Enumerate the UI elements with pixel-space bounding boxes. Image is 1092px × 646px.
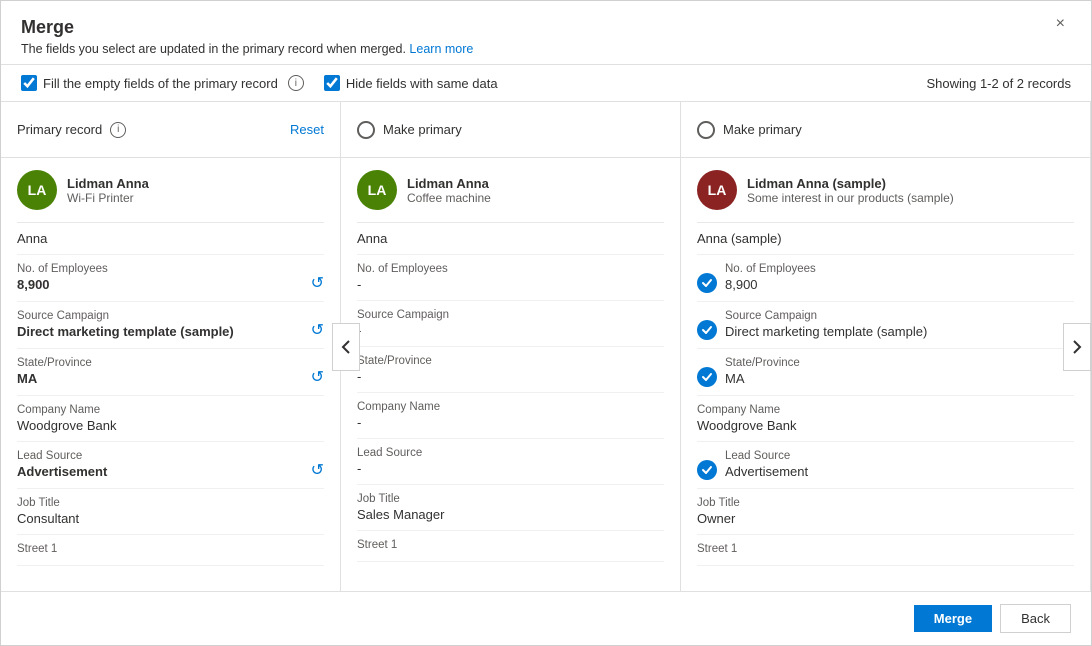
- primary-field-source-campaign: Source Campaign Direct marketing templat…: [17, 302, 324, 349]
- secondary-2-record-info: Lidman Anna (sample) Some interest in ou…: [747, 176, 1074, 205]
- secondary-column-1: Make primary LA Lidman Anna Coffee machi…: [341, 102, 681, 591]
- hide-same-checkbox[interactable]: [324, 75, 340, 91]
- check-campaign-icon: [697, 320, 717, 340]
- columns-container: Primary record i Reset LA Lidman Anna Wi…: [1, 102, 1091, 591]
- primary-firstname: Anna: [17, 223, 324, 255]
- sec2-field-street1: Street 1: [697, 535, 1074, 566]
- dialog-footer: Merge Back: [1, 591, 1091, 645]
- secondary-2-avatar: LA: [697, 170, 737, 210]
- make-primary-label-1: Make primary: [383, 122, 462, 137]
- secondary-column-2-content: LA Lidman Anna (sample) Some interest in…: [681, 158, 1090, 591]
- learn-more-link[interactable]: Learn more: [409, 42, 473, 56]
- primary-record-card: LA Lidman Anna Wi-Fi Printer: [17, 158, 324, 223]
- sec1-field-street1: Street 1: [357, 531, 664, 562]
- sec2-field-company: Company Name Woodgrove Bank: [697, 396, 1074, 442]
- make-primary-label-2: Make primary: [723, 122, 802, 137]
- primary-field-job-title: Job Title Consultant: [17, 489, 324, 535]
- primary-field-employees-row: No. of Employees 8,900 ↺: [17, 263, 324, 293]
- options-bar: Fill the empty fields of the primary rec…: [1, 65, 1091, 102]
- sec1-field-lead-source: Lead Source -: [357, 439, 664, 485]
- sec2-field-state: State/Province MA: [697, 349, 1074, 396]
- fill-empty-info-icon[interactable]: i: [288, 75, 304, 91]
- merge-button[interactable]: Merge: [914, 605, 992, 632]
- secondary-column-1-header: Make primary: [341, 102, 680, 158]
- check-lead-source-icon: [697, 460, 717, 480]
- fill-empty-checkbox[interactable]: [21, 75, 37, 91]
- secondary-2-record-sub: Some interest in our products (sample): [747, 191, 1074, 205]
- primary-field-lead-source: Lead Source Advertisement ↺: [17, 442, 324, 489]
- secondary-1-record-name: Lidman Anna: [407, 176, 664, 191]
- sec1-field-company: Company Name -: [357, 393, 664, 439]
- dialog-header: Merge The fields you select are updated …: [1, 1, 1091, 65]
- sec2-field-lead-source: Lead Source Advertisement: [697, 442, 1074, 489]
- hide-same-option[interactable]: Hide fields with same data: [324, 75, 498, 91]
- primary-record-sub: Wi-Fi Printer: [67, 191, 324, 205]
- reset-lead-source-icon[interactable]: ↺: [311, 460, 324, 480]
- primary-column-content: LA Lidman Anna Wi-Fi Printer Anna No. of…: [1, 158, 340, 591]
- secondary-1-record-card: LA Lidman Anna Coffee machine: [357, 158, 664, 223]
- merge-dialog: Merge The fields you select are updated …: [0, 0, 1092, 646]
- check-employees-icon: [697, 273, 717, 293]
- primary-field-company: Company Name Woodgrove Bank: [17, 396, 324, 442]
- secondary-column-2: Make primary LA Lidman Anna (sample) Som…: [681, 102, 1091, 591]
- secondary-1-record-info: Lidman Anna Coffee machine: [407, 176, 664, 205]
- back-button[interactable]: Back: [1000, 604, 1071, 633]
- make-primary-radio-1[interactable]: [357, 121, 375, 139]
- primary-record-name: Lidman Anna: [67, 176, 324, 191]
- header-left: Merge The fields you select are updated …: [21, 17, 473, 56]
- nav-arrow-right[interactable]: [1063, 323, 1091, 371]
- primary-field-employees: No. of Employees 8,900 ↺: [17, 255, 324, 302]
- primary-avatar: LA: [17, 170, 57, 210]
- options-left: Fill the empty fields of the primary rec…: [21, 75, 498, 91]
- make-primary-radio-2[interactable]: [697, 121, 715, 139]
- primary-column: Primary record i Reset LA Lidman Anna Wi…: [1, 102, 341, 591]
- primary-column-header: Primary record i Reset: [1, 102, 340, 158]
- sec1-field-campaign: Source Campaign -: [357, 301, 664, 347]
- sec2-field-job-title: Job Title Owner: [697, 489, 1074, 535]
- reset-campaign-icon[interactable]: ↺: [311, 320, 324, 340]
- sec1-field-employees: No. of Employees -: [357, 255, 664, 301]
- reset-employees-icon[interactable]: ↺: [311, 273, 324, 293]
- reset-link[interactable]: Reset: [290, 122, 324, 137]
- sec1-field-state: State/Province -: [357, 347, 664, 393]
- primary-info-icon[interactable]: i: [110, 122, 126, 138]
- secondary-1-record-sub: Coffee machine: [407, 191, 664, 205]
- secondary-2-firstname: Anna (sample): [697, 223, 1074, 255]
- secondary-column-1-content: LA Lidman Anna Coffee machine Anna No. o…: [341, 158, 680, 591]
- sec2-field-campaign: Source Campaign Direct marketing templat…: [697, 302, 1074, 349]
- dialog-subtitle: The fields you select are updated in the…: [21, 42, 473, 56]
- secondary-column-2-header: Make primary: [681, 102, 1090, 158]
- close-button[interactable]: ×: [1050, 13, 1071, 35]
- primary-label: Primary record: [17, 122, 102, 137]
- primary-record-info: Lidman Anna Wi-Fi Printer: [67, 176, 324, 205]
- dialog-title: Merge: [21, 17, 473, 38]
- secondary-1-firstname: Anna: [357, 223, 664, 255]
- check-state-icon: [697, 367, 717, 387]
- secondary-2-record-name: Lidman Anna (sample): [747, 176, 1074, 191]
- reset-state-icon[interactable]: ↺: [311, 367, 324, 387]
- sec2-field-employees: No. of Employees 8,900: [697, 255, 1074, 302]
- fill-empty-option[interactable]: Fill the empty fields of the primary rec…: [21, 75, 304, 91]
- records-count: Showing 1-2 of 2 records: [926, 76, 1071, 91]
- secondary-2-record-card: LA Lidman Anna (sample) Some interest in…: [697, 158, 1074, 223]
- secondary-1-avatar: LA: [357, 170, 397, 210]
- nav-arrow-left[interactable]: [332, 323, 360, 371]
- primary-field-street1: Street 1: [17, 535, 324, 566]
- primary-field-state: State/Province MA ↺: [17, 349, 324, 396]
- sec1-field-job-title: Job Title Sales Manager: [357, 485, 664, 531]
